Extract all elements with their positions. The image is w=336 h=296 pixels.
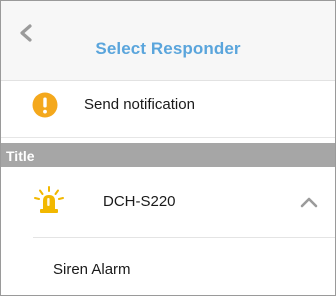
- page-title: Select Responder: [95, 39, 241, 58]
- chevron-up-icon[interactable]: [300, 196, 318, 208]
- siren-icon: [34, 186, 64, 213]
- device-name: DCH-S220: [103, 193, 176, 210]
- section-title: Title: [6, 148, 35, 164]
- app-header: Select Responder: [1, 1, 335, 81]
- section-header: Title: [1, 143, 335, 167]
- list-item-siren-alarm[interactable]: Siren Alarm: [1, 238, 335, 295]
- option-label: Siren Alarm: [53, 261, 131, 278]
- app-frame: Select Responder Send notification Title…: [0, 0, 336, 296]
- device-row-dch-s220[interactable]: DCH-S220: [1, 167, 335, 237]
- warning-icon: [32, 92, 58, 118]
- send-notification-label: Send notification: [84, 96, 195, 113]
- send-notification-row[interactable]: Send notification: [1, 81, 335, 138]
